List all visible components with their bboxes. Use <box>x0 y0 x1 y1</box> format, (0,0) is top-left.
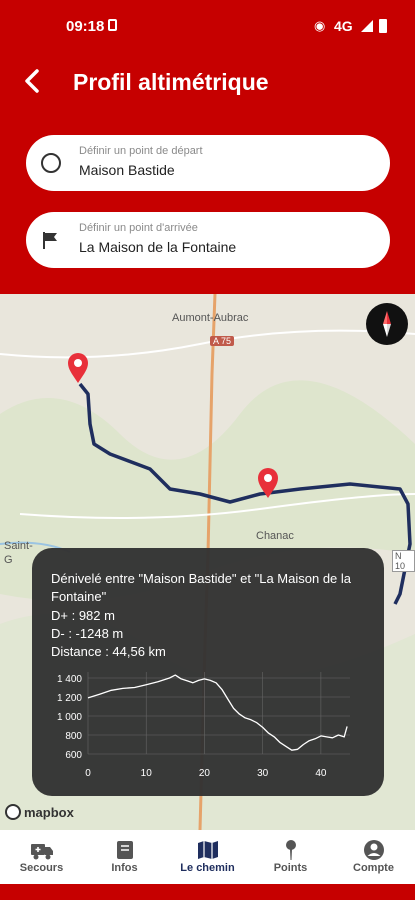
book-icon <box>117 841 133 859</box>
start-point-field[interactable]: Définir un point de départ Maison Bastid… <box>26 135 390 191</box>
y-tick-label: 1 000 <box>57 712 82 723</box>
network-type: 4G <box>334 18 353 34</box>
x-tick-label: 10 <box>141 768 153 779</box>
battery-icon <box>379 19 387 33</box>
mapbox-logo-icon <box>5 804 21 820</box>
y-tick-label: 1 200 <box>57 693 82 704</box>
bottom-nav: Secours Infos Le chemin Points Compte <box>0 830 415 884</box>
sim-icon <box>108 19 117 31</box>
bottom-strip <box>0 884 415 900</box>
nav-le-chemin[interactable]: Le chemin <box>166 830 249 884</box>
x-tick-label: 0 <box>85 768 91 779</box>
x-tick-label: 20 <box>199 768 211 779</box>
nav-secours[interactable]: Secours <box>0 830 83 884</box>
map-road-badge: A 75 <box>210 336 235 346</box>
y-tick-label: 1 400 <box>57 674 82 685</box>
elevation-line <box>87 674 348 751</box>
map-label-town: Chanac <box>256 530 294 542</box>
end-placeholder: Définir un point d'arrivée <box>79 222 198 234</box>
map-label-town: Aumont-Aubrac <box>172 312 249 324</box>
end-marker-icon[interactable] <box>256 467 280 499</box>
y-tick-label: 600 <box>65 750 82 761</box>
map-label-town: G <box>4 554 13 566</box>
location-icon: ◉ <box>314 18 326 33</box>
circle-icon <box>41 153 61 173</box>
mapbox-attribution[interactable]: mapbox <box>5 804 74 820</box>
start-value[interactable]: Maison Bastide <box>79 162 175 178</box>
nav-label: Le chemin <box>180 862 235 874</box>
signal-icon <box>361 20 373 32</box>
map-label-town: Saint- <box>4 540 33 552</box>
elevation-chart: 1 400 1 200 1 000 800 6000 10 20 30 40 <box>57 672 350 779</box>
nav-label: Secours <box>19 862 64 874</box>
x-tick-label: 40 <box>315 768 327 779</box>
app-header: Profil altimétrique <box>0 52 415 114</box>
flag-icon <box>43 232 57 249</box>
nav-infos[interactable]: Infos <box>83 830 166 884</box>
pin-icon <box>286 840 296 860</box>
elevation-popup: Dénivelé entre "Maison Bastide" et "La M… <box>32 548 384 796</box>
nav-label: Compte <box>353 862 394 874</box>
start-marker-icon[interactable] <box>66 352 90 384</box>
nav-label: Points <box>273 862 308 874</box>
map-icon <box>198 841 218 859</box>
status-bar: 09:18 ◉ 4G <box>0 0 415 52</box>
y-tick-label: 800 <box>65 731 82 742</box>
status-time: 09:18 <box>66 18 105 35</box>
end-value[interactable]: La Maison de la Fontaine <box>79 239 236 255</box>
map-road-badge: N 10 <box>392 550 415 572</box>
nav-compte[interactable]: Compte <box>332 830 415 884</box>
account-icon <box>364 840 384 860</box>
end-point-field[interactable]: Définir un point d'arrivée La Maison de … <box>26 212 390 268</box>
nav-label: Infos <box>111 862 138 874</box>
nav-points[interactable]: Points <box>249 830 332 884</box>
x-tick-label: 30 <box>257 768 269 779</box>
start-placeholder: Définir un point de départ <box>79 145 203 157</box>
page-title: Profil altimétrique <box>73 69 269 95</box>
back-arrow-icon[interactable] <box>18 66 48 96</box>
mapbox-label: mapbox <box>24 804 74 820</box>
ambulance-icon <box>31 844 53 860</box>
compass-icon[interactable] <box>366 303 408 345</box>
